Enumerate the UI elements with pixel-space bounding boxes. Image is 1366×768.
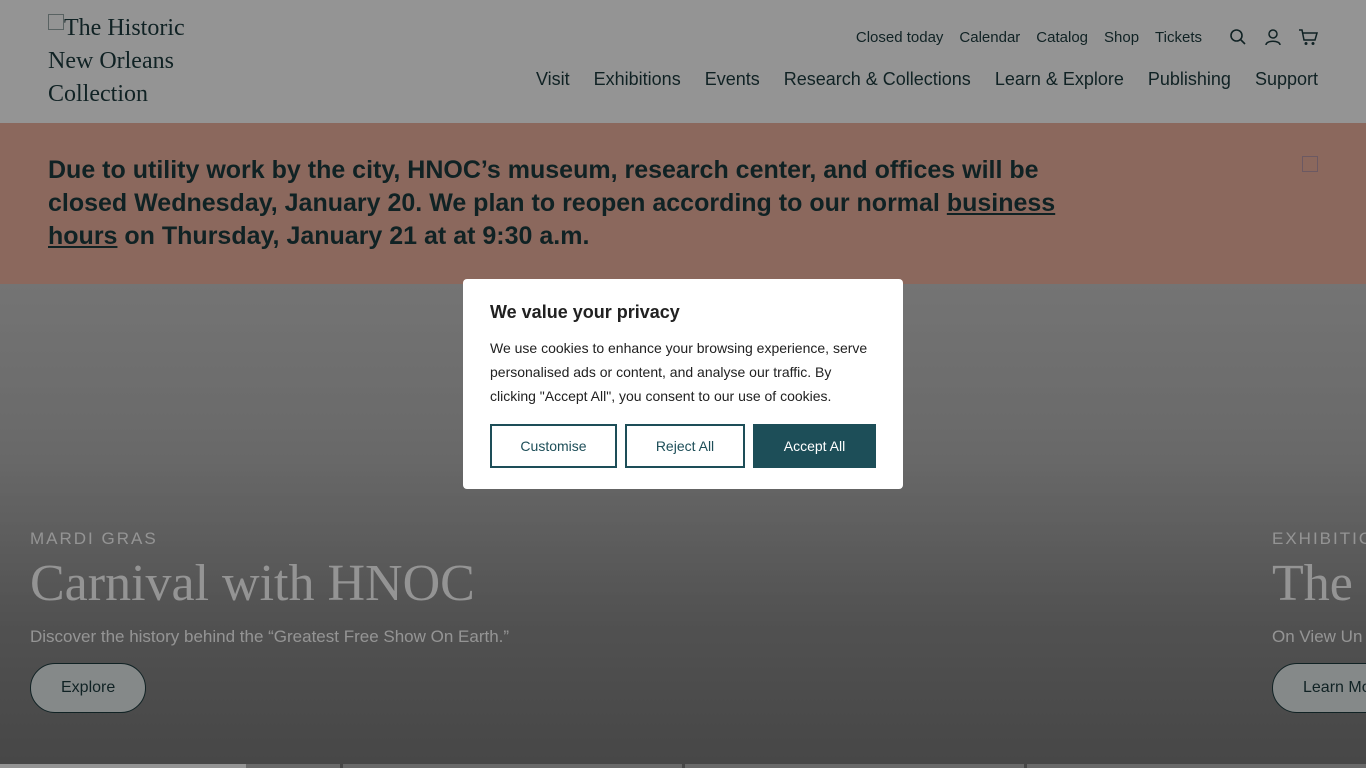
- cookie-consent-dialog: We value your privacy We use cookies to …: [463, 279, 903, 489]
- reject-all-button[interactable]: Reject All: [625, 424, 745, 468]
- customise-button[interactable]: Customise: [490, 424, 617, 468]
- accept-all-button[interactable]: Accept All: [753, 424, 876, 468]
- cookie-dialog-title: We value your privacy: [490, 302, 680, 322]
- cookie-dialog-body: We use cookies to enhance your browsing …: [490, 340, 868, 404]
